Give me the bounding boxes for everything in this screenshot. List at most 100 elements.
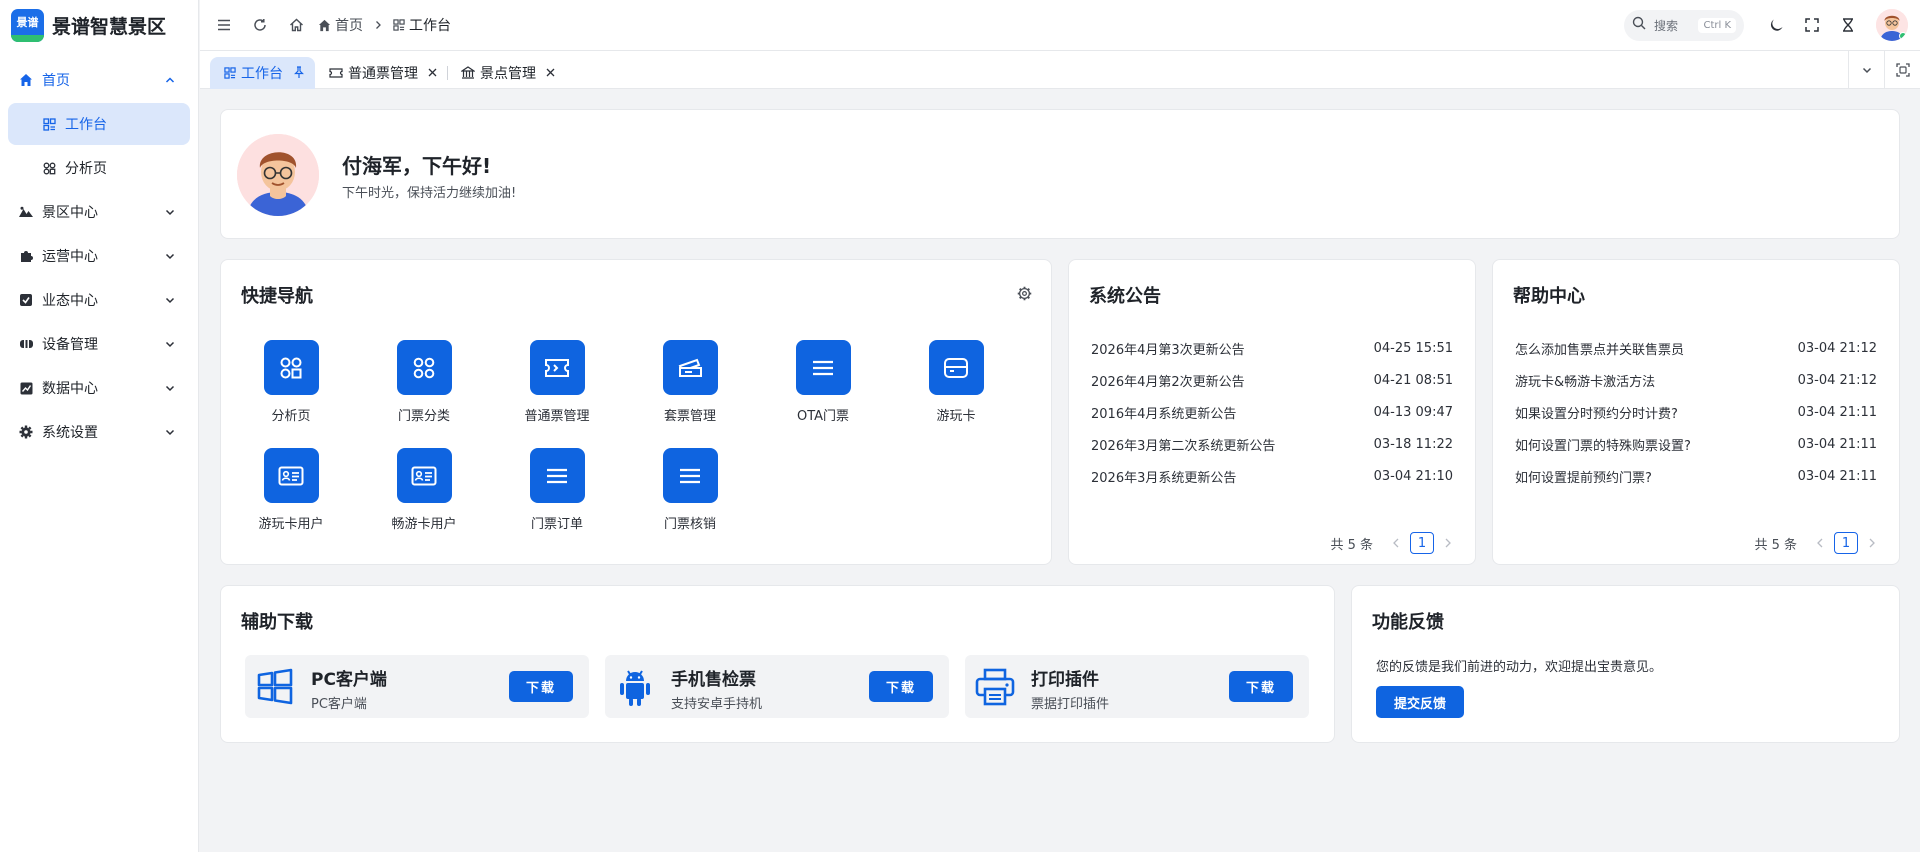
help-title: 如何设置门票的特殊购票设置?: [1515, 438, 1691, 454]
list-item[interactable]: 2026年3月系统更新公告 03-04 21:10: [1091, 460, 1453, 492]
tab-normal-ticket[interactable]: 普通票管理: [315, 57, 447, 89]
list-item[interactable]: 2016年4月系统更新公告 04-13 09:47: [1091, 396, 1453, 428]
quick-nav-label: 分析页: [271, 409, 311, 424]
brand-logo: 景谱: [11, 8, 44, 42]
prev-page-icon[interactable]: [1385, 532, 1407, 554]
help-date: 03-04 21:12: [1797, 372, 1877, 388]
download-item-pc: PC客户端 PC客户端 下载: [245, 655, 589, 718]
brand[interactable]: 景谱 景谱智慧景区: [0, 0, 198, 50]
chevron-up-icon: [162, 72, 178, 88]
header-left: 首页 工作台: [200, 7, 451, 43]
sidebar-item-data-center[interactable]: 数据中心: [8, 367, 190, 409]
list-item[interactable]: 怎么添加售票点并关联售票员 03-04 21:12: [1515, 332, 1877, 364]
quick-nav-item-ticket-verify[interactable]: 门票核销: [640, 448, 740, 532]
sidebar-item-system-settings[interactable]: 系统设置: [8, 411, 190, 453]
pagination-total: 共 5 条: [1754, 537, 1797, 553]
list-item[interactable]: 如何设置门票的特殊购票设置? 03-04 21:11: [1515, 428, 1877, 460]
list-item[interactable]: 2026年4月第2次更新公告 04-21 08:51: [1091, 364, 1453, 396]
dashboard-icon: [393, 19, 405, 31]
system-notice-title: 系统公告: [1089, 286, 1161, 307]
fullscreen-icon[interactable]: [1794, 7, 1830, 43]
quick-nav-item-normal-ticket[interactable]: 普通票管理: [507, 340, 607, 424]
page-number[interactable]: 1: [1410, 532, 1434, 554]
sidebar-item-home[interactable]: 首页: [8, 59, 190, 101]
quick-nav-item-ticket-order[interactable]: 门票订单: [507, 448, 607, 532]
sidebar-item-label: 数据中心: [42, 381, 98, 397]
download-item-print: 打印插件 票据打印插件 下载: [965, 655, 1309, 718]
page-number[interactable]: 1: [1834, 532, 1858, 554]
user-avatar[interactable]: [1876, 9, 1908, 41]
home-icon[interactable]: [278, 7, 314, 43]
download-desc: 支持安卓手持机: [671, 697, 763, 712]
list-item[interactable]: 如何设置提前预约门票? 03-04 21:11: [1515, 460, 1877, 492]
quick-nav-item-tour-card-user[interactable]: 畅游卡用户: [374, 448, 474, 532]
sidebar: 景谱 景谱智慧景区 首页 工作台 分析页 景区中心 运营中心 业态中心 设备管理…: [0, 0, 199, 852]
quick-nav-item-play-card[interactable]: 游玩卡: [906, 340, 1006, 424]
tabs-dropdown-icon[interactable]: [1848, 51, 1884, 88]
quick-nav-item-ota-ticket[interactable]: OTA门票: [773, 340, 873, 424]
welcome-subtitle: 下午时光，保持活力继续加油!: [342, 186, 517, 201]
search-input[interactable]: 搜索 Ctrl K: [1624, 9, 1744, 41]
list-item[interactable]: 2026年4月第3次更新公告 04-25 15:51: [1091, 332, 1453, 364]
top-header: 首页 工作台 搜索 Ctrl K: [200, 0, 1920, 51]
help-pagination: 共 5 条 1: [1754, 532, 1883, 554]
prev-page-icon[interactable]: [1809, 532, 1831, 554]
breadcrumb-home[interactable]: 首页: [335, 15, 363, 35]
search-shortcut: Ctrl K: [1698, 17, 1736, 33]
welcome-greeting: 付海军，下午好!: [342, 154, 492, 178]
dashboard-icon: [41, 116, 57, 132]
quick-nav-label: 普通票管理: [524, 409, 590, 424]
quick-nav-item-ticket-category[interactable]: 门票分类: [374, 340, 474, 424]
feedback-card: 功能反馈 您的反馈是我们前进的动力，欢迎提出宝贵意见。 提交反馈: [1351, 585, 1900, 743]
sidebar-item-scenic-center[interactable]: 景区中心: [8, 191, 190, 233]
help-date: 03-04 21:11: [1797, 436, 1877, 452]
dark-mode-icon[interactable]: [1758, 7, 1794, 43]
sidebar-item-device-management[interactable]: 设备管理: [8, 323, 190, 365]
quick-nav-item-package-ticket[interactable]: 套票管理: [640, 340, 740, 424]
refresh-icon[interactable]: [242, 7, 278, 43]
tab-workbench[interactable]: 工作台: [210, 56, 315, 89]
quick-nav-label: 游玩卡: [936, 409, 976, 424]
pin-icon[interactable]: [293, 66, 305, 79]
list-item[interactable]: 2026年3月第二次系统更新公告 03-18 11:22: [1091, 428, 1453, 460]
sidebar-item-business-center[interactable]: 业态中心: [8, 279, 190, 321]
tab-label: 工作台: [241, 65, 283, 82]
list-item[interactable]: 如果设置分时预约分时计费? 03-04 21:11: [1515, 396, 1877, 428]
notice-date: 03-04 21:10: [1373, 468, 1453, 484]
dashboard-icon: [224, 66, 236, 79]
download-button[interactable]: 下载: [869, 671, 933, 702]
android-icon: [615, 667, 655, 707]
download-button[interactable]: 下载: [509, 671, 573, 702]
quick-nav-item-analysis[interactable]: 分析页: [241, 340, 341, 424]
screenshot-icon[interactable]: [1884, 51, 1920, 88]
sidebar-item-label: 设备管理: [42, 337, 98, 353]
submit-feedback-button[interactable]: 提交反馈: [1376, 686, 1464, 718]
tab-scenic-spot[interactable]: 景点管理: [447, 57, 565, 89]
notice-date: 04-25 15:51: [1373, 340, 1453, 356]
sidebar-item-workbench[interactable]: 工作台: [8, 103, 190, 145]
next-page-icon[interactable]: [1861, 532, 1883, 554]
quick-nav-label: 门票分类: [397, 409, 450, 424]
quick-nav-title: 快捷导航: [241, 286, 313, 307]
quick-nav-item-play-card-user[interactable]: 游玩卡用户: [241, 448, 341, 532]
gear-icon[interactable]: [1015, 284, 1033, 302]
apps-icon: [41, 160, 57, 176]
notice-title: 2026年4月第3次更新公告: [1091, 342, 1245, 358]
ticket-icon: [529, 340, 585, 395]
hourglass-icon[interactable]: [1830, 7, 1866, 43]
help-list: 怎么添加售票点并关联售票员 03-04 21:12 游玩卡&畅游卡激活方法 03-0…: [1515, 332, 1877, 492]
help-title: 怎么添加售票点并关联售票员: [1515, 342, 1685, 358]
tickets-icon: [662, 340, 718, 395]
sidebar-item-operation-center[interactable]: 运营中心: [8, 235, 190, 277]
next-page-icon[interactable]: [1437, 532, 1459, 554]
help-center-card: 帮助中心 怎么添加售票点并关联售票员 03-04 21:12 游玩卡&畅游卡激活方…: [1492, 259, 1900, 565]
quick-nav-label: 畅游卡用户: [391, 517, 457, 532]
sidebar-item-analysis[interactable]: 分析页: [8, 147, 190, 189]
close-icon[interactable]: [546, 68, 555, 77]
download-button[interactable]: 下载: [1229, 671, 1293, 702]
menu-toggle-icon[interactable]: [206, 7, 242, 43]
close-icon[interactable]: [428, 68, 437, 77]
download-name: 打印插件: [1031, 670, 1099, 690]
quick-nav-label: 套票管理: [663, 409, 716, 424]
list-item[interactable]: 游玩卡&畅游卡激活方法 03-04 21:12: [1515, 364, 1877, 396]
